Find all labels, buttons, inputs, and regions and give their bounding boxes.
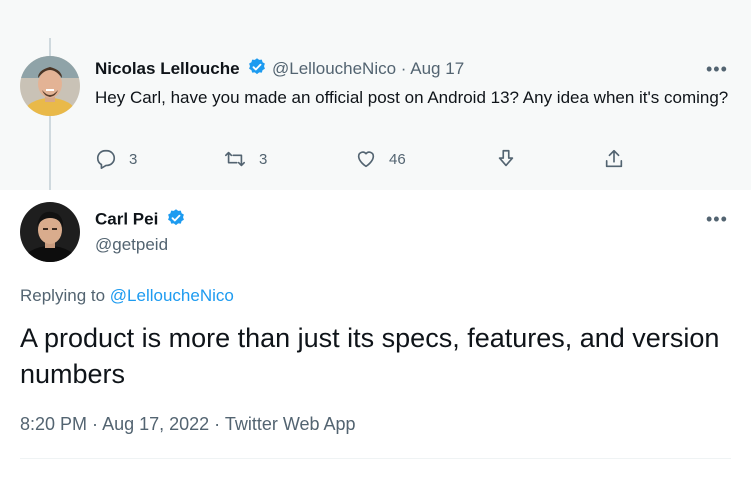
avatar-nicolas[interactable] <box>20 56 80 116</box>
tweet-date[interactable]: Aug 17, 2022 <box>102 414 209 434</box>
tweet-meta: 8:20 PM · Aug 17, 2022 · Twitter Web App <box>20 414 356 435</box>
main-tweet-text: A product is more than just its specs, f… <box>20 323 720 389</box>
main-more-icon[interactable]: ••• <box>706 210 728 228</box>
like-count: 46 <box>389 150 406 168</box>
retweet-icon <box>225 151 245 167</box>
tweet-time[interactable]: 8:20 PM <box>20 414 87 434</box>
reply-author-handle[interactable]: @LelloucheNico <box>272 59 396 78</box>
tweet-source[interactable]: Twitter Web App <box>225 414 356 434</box>
reply-author-name[interactable]: Nicolas Lellouche <box>95 59 240 78</box>
avatar-carl[interactable] <box>20 202 80 262</box>
share-icon <box>605 149 623 168</box>
share-button[interactable] <box>603 148 637 170</box>
reply-count: 3 <box>129 150 138 168</box>
verified-badge-icon <box>247 57 267 82</box>
main-author-name[interactable]: Carl Pei <box>95 210 158 229</box>
bookmark-icon <box>498 149 514 167</box>
main-tweet-header: Carl Pei <box>95 208 186 233</box>
retweet-count: 3 <box>259 150 268 168</box>
replying-prefix: Replying to <box>20 286 106 305</box>
reply-tweet-text: Hey Carl, have you made an official post… <box>95 88 729 107</box>
meta-separator: · <box>209 414 225 434</box>
replying-to: Replying to @LelloucheNico <box>20 286 234 306</box>
main-author-handle[interactable]: @getpeid <box>95 235 168 255</box>
like-button[interactable]: 46 <box>355 148 406 170</box>
bookmark-button[interactable] <box>495 148 529 170</box>
reply-more-icon[interactable]: ••• <box>706 60 728 78</box>
reply-date[interactable]: Aug 17 <box>410 59 464 78</box>
reply-button[interactable]: 3 <box>95 148 137 170</box>
divider <box>20 458 731 459</box>
retweet-button[interactable]: 3 <box>223 148 267 170</box>
meta-separator: · <box>87 414 103 434</box>
replying-handle-link[interactable]: @LelloucheNico <box>110 286 234 305</box>
like-icon <box>357 151 375 168</box>
reply-separator: · <box>400 58 407 78</box>
verified-badge-icon <box>166 208 186 233</box>
reply-tweet-header: Nicolas Lellouche @LelloucheNico · Aug 1… <box>95 57 464 82</box>
reply-icon <box>96 149 116 169</box>
